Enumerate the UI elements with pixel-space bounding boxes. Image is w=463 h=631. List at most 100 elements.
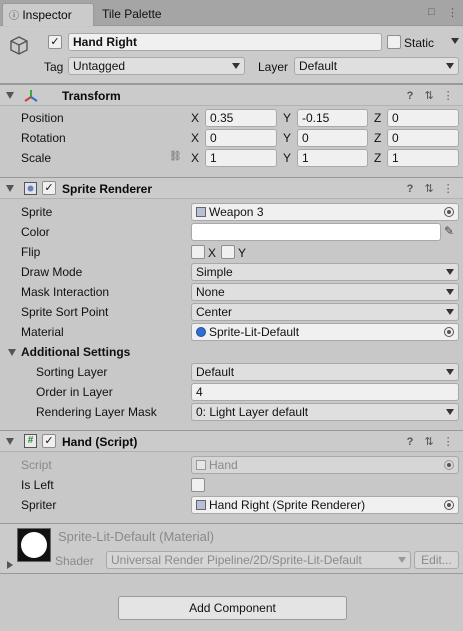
flip-x-label: X	[208, 246, 217, 260]
material-name: Sprite-Lit-Default (Material)	[58, 529, 215, 544]
color-field[interactable]	[191, 223, 441, 241]
menu-icon[interactable]: ⋮	[447, 6, 458, 19]
scale-y-field[interactable]: 1	[297, 149, 368, 167]
hand-script-body: Script Hand Is Left Spriter Hand Right (…	[0, 453, 463, 523]
flip-x-checkbox[interactable]	[191, 245, 205, 259]
color-label: Color	[21, 225, 50, 239]
spriter-object-field[interactable]: Hand Right (Sprite Renderer)	[191, 496, 459, 514]
presets-icon[interactable]: ⇅	[421, 435, 437, 448]
script-file-icon	[196, 460, 206, 470]
info-icon: ⓘ	[9, 11, 19, 22]
menu-icon[interactable]: ⋮	[440, 182, 456, 195]
material-icon	[196, 327, 206, 337]
shader-value: Universal Render Pipeline/2D/Sprite-Lit-…	[111, 553, 362, 567]
layer-dropdown[interactable]: Default	[294, 57, 459, 75]
is-left-checkbox[interactable]	[191, 478, 205, 492]
tab-inspector[interactable]: ⓘ Inspector	[2, 3, 94, 26]
axis-x-label: X	[191, 111, 200, 125]
footer: Add Component	[0, 575, 463, 631]
presets-icon[interactable]: ⇅	[421, 89, 437, 102]
axis-y-label: Y	[283, 111, 292, 125]
transform-header[interactable]: Transform ? ⇅ ⋮	[0, 84, 463, 106]
hand-script-header[interactable]: # ✓ Hand (Script) ? ⇅ ⋮	[0, 430, 463, 452]
sprite-renderer-icon	[196, 500, 206, 510]
sprite-sort-point-dropdown[interactable]: Center	[191, 303, 459, 321]
static-checkbox[interactable]	[387, 35, 401, 49]
rotation-z-field[interactable]: 0	[387, 129, 459, 147]
foldout-icon[interactable]	[6, 92, 14, 99]
sprite-renderer-header[interactable]: ✓ Sprite Renderer ? ⇅ ⋮	[0, 177, 463, 199]
hand-script-enabled-checkbox[interactable]: ✓	[42, 434, 56, 448]
gameobject-header: ✓ Hand Right Static Tag Untagged Layer D…	[0, 27, 463, 84]
spriter-value: Hand Right (Sprite Renderer)	[209, 498, 366, 512]
material-value: Sprite-Lit-Default	[209, 325, 300, 339]
rendering-layer-mask-label: Rendering Layer Mask	[36, 405, 157, 419]
material-label: Material	[21, 325, 64, 339]
add-component-button[interactable]: Add Component	[118, 596, 347, 620]
foldout-icon[interactable]	[6, 185, 14, 192]
material-object-field[interactable]: Sprite-Lit-Default	[191, 323, 459, 341]
additional-settings-label[interactable]: Additional Settings	[21, 345, 130, 359]
object-picker-icon[interactable]	[444, 500, 454, 510]
name-field[interactable]: Hand Right	[68, 33, 382, 51]
position-x-field[interactable]: 0.35	[205, 109, 277, 127]
script-label: Script	[21, 458, 52, 472]
help-icon[interactable]: ?	[402, 436, 418, 448]
shader-label: Shader	[55, 554, 94, 568]
sprite-object-field[interactable]: Weapon 3	[191, 203, 459, 221]
rendering-layer-mask-dropdown[interactable]: 0: Light Layer default	[191, 403, 459, 421]
foldout-icon[interactable]	[8, 349, 16, 356]
scale-label: Scale	[21, 151, 52, 165]
menu-icon[interactable]: ⋮	[440, 89, 456, 102]
scale-z-field[interactable]: 1	[387, 149, 459, 167]
mask-interaction-dropdown[interactable]: None	[191, 283, 459, 301]
eyedropper-icon[interactable]: ✎	[444, 224, 454, 238]
static-label: Static	[404, 36, 435, 50]
material-thumbnail	[17, 528, 51, 562]
rotation-x-field[interactable]: 0	[205, 129, 277, 147]
object-picker-icon	[444, 460, 454, 470]
script-value: Hand	[209, 458, 238, 472]
active-checkbox[interactable]: ✓	[48, 35, 62, 49]
lock-icon[interactable]: □	[428, 6, 435, 18]
axis-y-label: Y	[283, 131, 292, 145]
help-icon[interactable]: ?	[402, 90, 418, 102]
presets-icon[interactable]: ⇅	[421, 182, 437, 195]
rotation-y-field[interactable]: 0	[297, 129, 368, 147]
gameobject-cube-icon	[10, 36, 28, 55]
spriter-label: Spriter	[21, 498, 57, 512]
scale-x-field[interactable]: 1	[205, 149, 277, 167]
rotation-label: Rotation	[21, 131, 66, 145]
constrain-proportions-icon[interactable]: ⛓	[169, 151, 182, 162]
axis-x-label: X	[191, 131, 200, 145]
sorting-layer-value: Default	[196, 365, 235, 379]
draw-mode-dropdown[interactable]: Simple	[191, 263, 459, 281]
material-preview-section: Sprite-Lit-Default (Material) Shader Uni…	[0, 523, 463, 574]
order-in-layer-field[interactable]: 4	[191, 383, 459, 401]
static-dropdown[interactable]	[449, 33, 463, 51]
tag-value: Untagged	[73, 59, 126, 73]
foldout-icon[interactable]	[6, 438, 14, 445]
foldout-icon[interactable]	[7, 561, 13, 569]
object-picker-icon[interactable]	[444, 207, 454, 217]
axis-z-label: Z	[374, 111, 382, 125]
sorting-layer-dropdown[interactable]: Default	[191, 363, 459, 381]
position-y-field[interactable]: -0.15	[297, 109, 368, 127]
tag-dropdown[interactable]: Untagged	[68, 57, 245, 75]
position-z-field[interactable]: 0	[387, 109, 459, 127]
menu-icon[interactable]: ⋮	[440, 435, 456, 448]
is-left-label: Is Left	[21, 478, 54, 492]
flip-y-checkbox[interactable]	[221, 245, 235, 259]
draw-mode-label: Draw Mode	[21, 265, 83, 279]
object-picker-icon[interactable]	[444, 327, 454, 337]
sprite-renderer-body: Sprite Weapon 3 Color ✎ Flip X Y Draw Mo…	[0, 200, 463, 430]
script-object-field: Hand	[191, 456, 459, 474]
help-icon[interactable]: ?	[402, 183, 418, 195]
order-in-layer-label: Order in Layer	[36, 385, 113, 399]
sprite-sort-point-value: Center	[196, 305, 233, 319]
hand-script-title: Hand (Script)	[62, 435, 138, 449]
tab-inspector-label: Inspector	[22, 8, 72, 22]
sprite-renderer-enabled-checkbox[interactable]: ✓	[42, 181, 56, 195]
tab-tile-palette[interactable]: Tile Palette	[102, 3, 192, 26]
transform-body: Position Rotation Scale ⛓ X 0.35 Y -0.15…	[0, 107, 463, 177]
